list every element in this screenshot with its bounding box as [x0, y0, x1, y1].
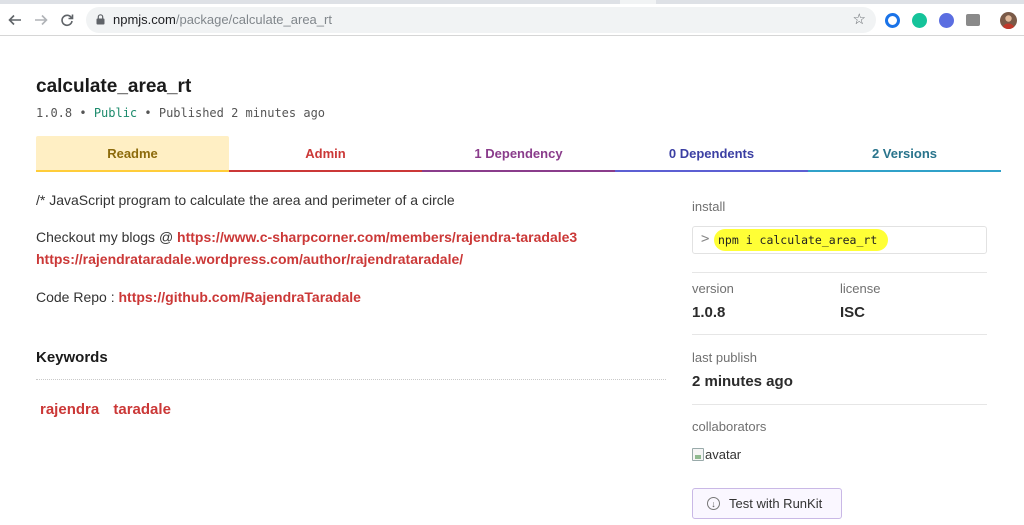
camera-extension-icon[interactable]	[966, 14, 980, 26]
readme-repo: Code Repo : https://github.com/RajendraT…	[36, 286, 361, 308]
tab-versions[interactable]: 2 Versions	[808, 136, 1001, 172]
forward-button[interactable]	[30, 9, 52, 31]
collaborators-label: collaborators	[692, 419, 767, 434]
version-value: 1.0.8	[692, 304, 726, 321]
prompt-chevron-icon: >	[701, 231, 710, 247]
install-command[interactable]: npm i calculate_area_rt	[718, 233, 877, 247]
meta-separator: •	[137, 106, 159, 120]
tab-dependency[interactable]: 1 Dependency	[422, 136, 615, 172]
license-label: license	[840, 281, 881, 296]
bookmark-star-icon[interactable]: ☆	[853, 10, 866, 28]
visibility-badge: Public	[93, 106, 138, 120]
url-path: /package/calculate_area_rt	[175, 12, 332, 27]
install-label: install	[692, 199, 726, 214]
reload-button[interactable]	[56, 9, 78, 31]
last-publish-label: last publish	[692, 350, 758, 365]
broken-image-icon	[692, 448, 704, 461]
meta-separator: •	[72, 106, 94, 120]
blog-link-wordpress[interactable]: https://rajendrataradale.wordpress.com/a…	[36, 251, 463, 267]
reload-icon	[61, 14, 74, 27]
tab-dependents[interactable]: 0 Dependents	[615, 136, 808, 172]
repo-link[interactable]: https://github.com/RajendraTaradale	[119, 289, 361, 305]
keywords-heading: Keywords	[36, 349, 108, 366]
blogs-prefix: Checkout my blogs @	[36, 229, 178, 245]
sidebar-divider	[692, 272, 987, 273]
test-with-runkit-button[interactable]: ↓ Test with RunKit	[692, 488, 842, 519]
browser-toolbar: npmjs.com/package/calculate_area_rt ☆	[0, 4, 1024, 36]
download-circle-icon: ↓	[707, 497, 720, 510]
sidebar-divider	[692, 404, 987, 405]
address-bar[interactable]: npmjs.com/package/calculate_area_rt ☆	[86, 7, 876, 33]
grammarly-extension-icon[interactable]	[912, 13, 927, 28]
arrow-left-icon	[8, 14, 21, 26]
url-text: npmjs.com/package/calculate_area_rt	[113, 12, 332, 27]
install-highlight: npm i calculate_area_rt	[714, 229, 889, 251]
readme-blogs: Checkout my blogs @ https://www.c-sharpc…	[36, 226, 577, 270]
license-value: ISC	[840, 304, 866, 321]
last-publish-value: 2 minutes ago	[692, 373, 793, 390]
readme-description: /* JavaScript program to calculate the a…	[36, 192, 455, 208]
sidebar-divider	[692, 334, 987, 335]
keyword-link[interactable]: taradale	[113, 401, 171, 418]
tab-admin[interactable]: Admin	[229, 136, 422, 172]
arrow-right-icon	[35, 14, 48, 26]
published-time: Published 2 minutes ago	[158, 106, 326, 120]
package-version: 1.0.8	[36, 106, 73, 120]
keyword-link[interactable]: rajendra	[40, 401, 99, 418]
package-meta: 1.0.8 • Public • Published 2 minutes ago	[36, 106, 325, 120]
package-title: calculate_area_rt	[36, 76, 192, 97]
version-label: version	[692, 281, 734, 296]
repo-prefix: Code Repo :	[36, 289, 119, 305]
check-circle-extension-icon[interactable]	[939, 13, 954, 28]
install-command-box[interactable]: > npm i calculate_area_rt	[692, 226, 987, 254]
keywords-list: rajendra taradale	[40, 401, 181, 418]
runkit-label: Test with RunKit	[729, 496, 823, 511]
collaborator-avatar[interactable]: avatar	[692, 447, 741, 462]
package-tabs: Readme Admin 1 Dependency 0 Dependents 2…	[36, 136, 1001, 172]
lock-icon	[96, 14, 105, 25]
blog-link-csharpcorner[interactable]: https://www.c-sharpcorner.com/members/ra…	[177, 229, 577, 245]
back-button[interactable]	[4, 9, 26, 31]
profile-avatar[interactable]	[1000, 12, 1017, 29]
keywords-divider	[36, 379, 666, 380]
circle-ring-extension-icon[interactable]	[885, 13, 900, 28]
avatar-alt-text: avatar	[705, 447, 742, 462]
profile-person-icon	[1002, 15, 1015, 29]
tab-readme[interactable]: Readme	[36, 136, 229, 172]
url-domain: npmjs.com	[113, 12, 176, 27]
